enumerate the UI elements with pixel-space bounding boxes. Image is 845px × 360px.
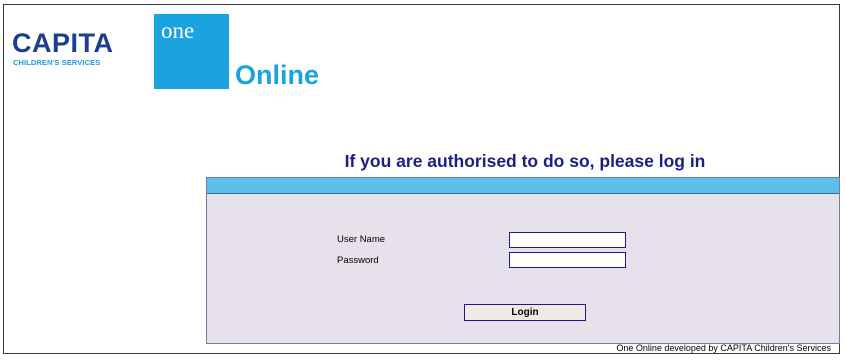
login-button[interactable]: Login — [464, 304, 586, 321]
login-panel-header-bar — [207, 178, 839, 194]
capita-logo: CAPITA CHILDREN'S SERVICES — [12, 29, 124, 69]
username-field[interactable] — [509, 232, 626, 248]
login-panel: User Name Password Login — [206, 177, 840, 344]
password-field[interactable] — [509, 252, 626, 268]
one-logo-box: one — [154, 14, 229, 89]
username-label: User Name — [337, 234, 386, 245]
capita-logo-word: CAPITA — [12, 28, 114, 58]
capita-logo-subtitle: CHILDREN'S SERVICES — [13, 58, 101, 67]
page-frame: CAPITA CHILDREN'S SERVICES one Online If… — [3, 4, 840, 354]
login-heading: If you are authorised to do so, please l… — [344, 151, 706, 171]
footer-credit: One Online developed by CAPITA Children'… — [616, 343, 831, 353]
one-logo-word: one — [161, 18, 195, 43]
online-logo-word: Online — [235, 60, 320, 90]
password-label: Password — [337, 255, 379, 266]
